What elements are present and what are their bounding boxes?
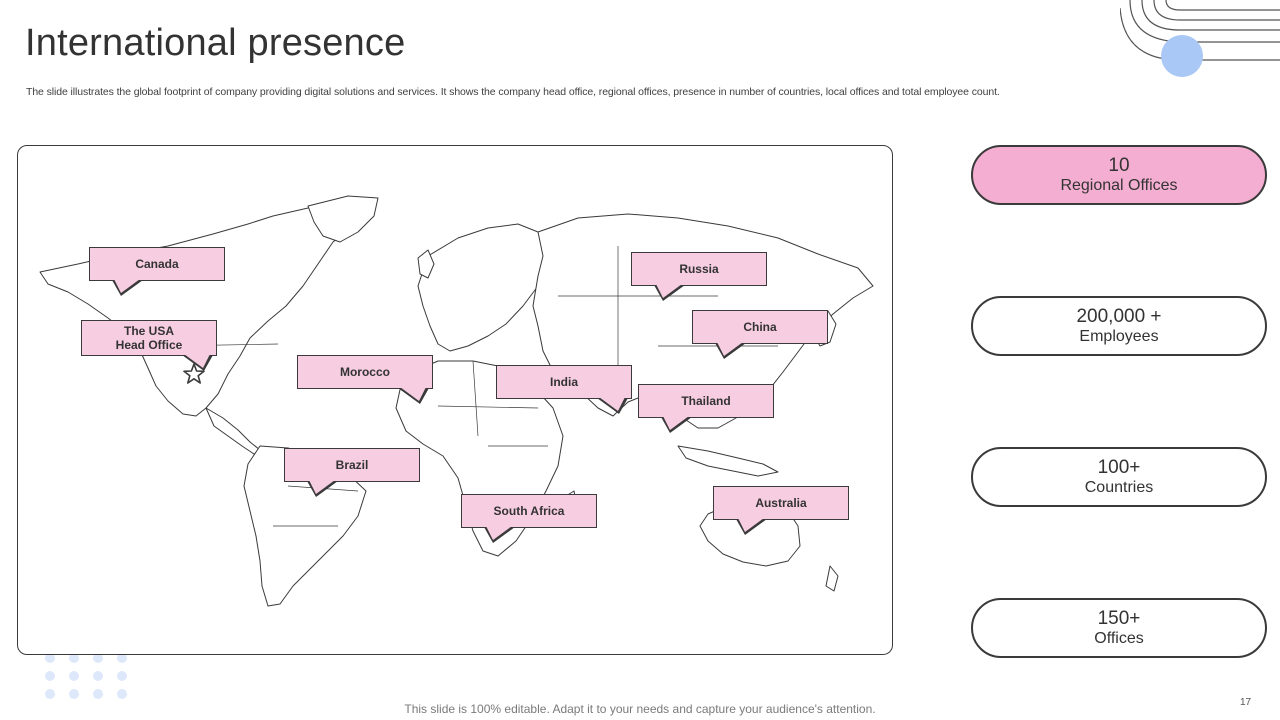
central-america-shape [205, 407, 261, 455]
page-subtitle: The slide illustrates the global footpri… [26, 86, 1000, 98]
decorative-dots [45, 653, 127, 699]
stat-label: Countries [1084, 478, 1154, 496]
callout-india: India [496, 365, 632, 414]
callout-australia: Australia [713, 486, 849, 535]
footer-note: This slide is 100% editable. Adapt it to… [404, 702, 876, 716]
stat-countries: 100+ Countries [971, 447, 1267, 507]
stat-value: 200,000 + [1076, 305, 1162, 327]
callout-russia: Russia [631, 252, 767, 301]
stat-label: Offices [1094, 629, 1144, 647]
callout-canada: Canada [89, 247, 225, 296]
indonesia-shape [677, 445, 779, 477]
stat-employees: 200,000 + Employees [971, 296, 1267, 356]
page-title: International presence [25, 22, 406, 64]
new-zealand-shape [825, 565, 839, 592]
callout-brazil: Brazil [284, 448, 420, 497]
stat-offices: 150+ Offices [971, 598, 1267, 658]
callout-china: China [692, 310, 828, 359]
accent-circle [1161, 35, 1203, 77]
stat-value: 100+ [1097, 456, 1141, 478]
stat-value: 10 [1108, 154, 1130, 176]
callout-south-africa: South Africa [461, 494, 597, 543]
callout-thailand: Thailand [638, 384, 774, 433]
stat-regional-offices: 10 Regional Offices [971, 145, 1267, 205]
stat-label: Employees [1079, 327, 1159, 345]
stat-value: 150+ [1097, 607, 1141, 629]
callout-usa-head-office: The USA Head Office [81, 320, 217, 371]
decorative-arcs [1120, 0, 1280, 77]
stat-label: Regional Offices [1060, 176, 1178, 194]
page-number: 17 [1240, 697, 1252, 708]
callout-morocco: Morocco [297, 355, 433, 404]
star-icon [183, 363, 205, 384]
